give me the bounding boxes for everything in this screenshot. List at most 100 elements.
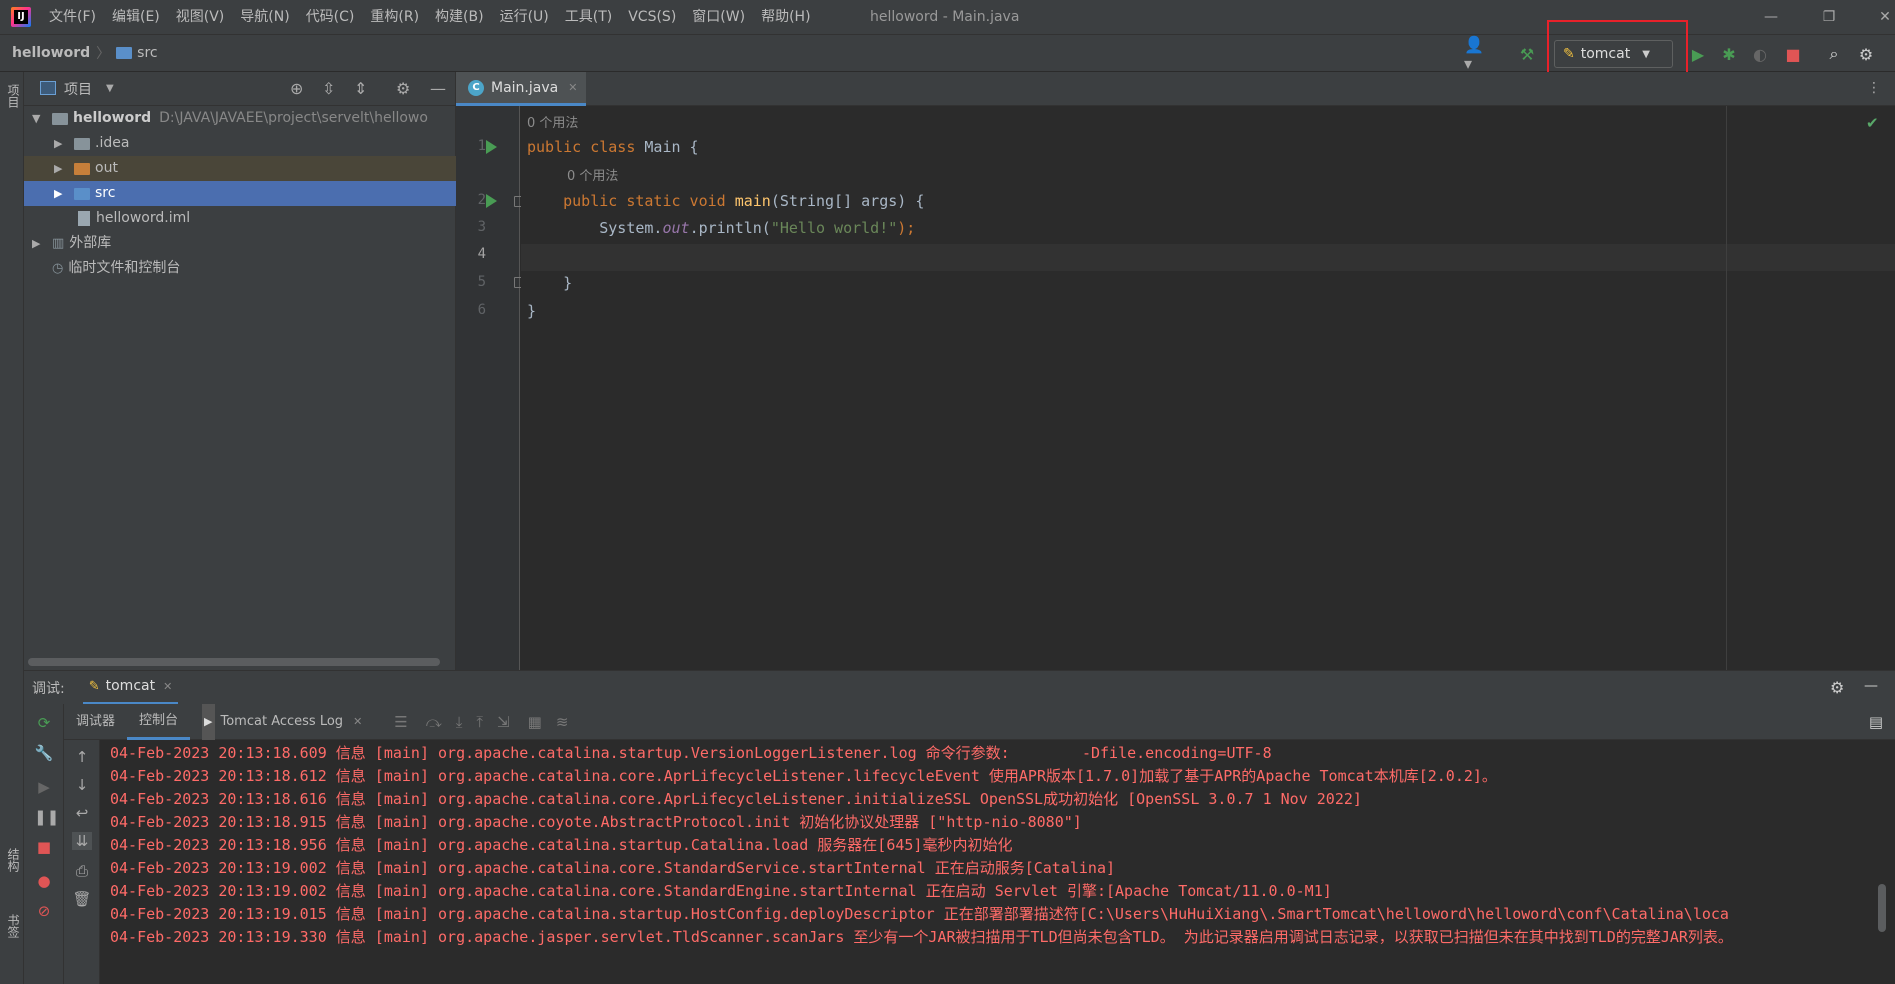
- menu-run[interactable]: 运行(U): [492, 0, 557, 34]
- down-arrow-icon[interactable]: ↓: [72, 776, 92, 794]
- trace-icon[interactable]: ≋: [556, 713, 569, 731]
- debug-session-tab[interactable]: ✎ tomcat ✕: [82, 671, 179, 705]
- search-icon[interactable]: ⌕: [1822, 42, 1846, 66]
- stop-icon[interactable]: ■: [1781, 42, 1805, 66]
- frames-icon[interactable]: ☰: [394, 713, 407, 731]
- console-output[interactable]: 04-Feb-2023 20:13:18.609 信息 [main] org.a…: [100, 740, 1895, 984]
- java-class-icon: C: [468, 79, 484, 96]
- menu-window[interactable]: 窗口(W): [684, 0, 753, 34]
- code-line-5: }: [527, 274, 573, 292]
- folder-icon: [74, 137, 90, 150]
- menu-tools[interactable]: 工具(T): [557, 0, 620, 34]
- menu-file[interactable]: 文件(F): [41, 0, 104, 34]
- folder-icon: [116, 47, 133, 59]
- usage-hint[interactable]: 0 个用法: [527, 112, 578, 131]
- chevron-right-icon[interactable]: ▶: [54, 181, 62, 206]
- resume-icon[interactable]: ▶: [34, 778, 54, 796]
- tab-main-java[interactable]: C Main.java ✕: [456, 72, 586, 106]
- mute-breakpoints-icon[interactable]: ⊘: [34, 902, 54, 920]
- structure-tool-tab[interactable]: 结构: [2, 848, 22, 872]
- hide-panel-icon[interactable]: —: [430, 79, 446, 98]
- breadcrumb-project[interactable]: helloword: [12, 45, 90, 61]
- menu-build[interactable]: 构建(B): [427, 0, 492, 34]
- usage-hint[interactable]: 0 个用法: [567, 165, 618, 184]
- collapse-all-icon[interactable]: ⇕: [354, 79, 367, 98]
- run-gutter-icon[interactable]: [486, 140, 497, 154]
- tree-item-helloword[interactable]: ▼ helloword D:\JAVA\JAVAEE\project\serve…: [24, 106, 456, 131]
- view-selector-chevron-icon[interactable]: ▼: [106, 83, 114, 94]
- gear-icon[interactable]: ⚙: [1854, 42, 1878, 66]
- layout-settings-icon[interactable]: ▤: [1869, 713, 1883, 731]
- tab-console[interactable]: 控制台: [127, 704, 191, 740]
- project-tool-tab[interactable]: 项目: [2, 84, 22, 108]
- minimize-icon[interactable]: —: [1748, 0, 1794, 34]
- breadcrumb-folder[interactable]: src: [116, 45, 158, 61]
- menu-code[interactable]: 代码(C): [298, 0, 363, 34]
- coverage-icon[interactable]: ◐: [1748, 42, 1772, 66]
- vertical-scrollbar[interactable]: [1878, 884, 1886, 932]
- run-to-cursor-icon[interactable]: ⇲: [497, 713, 510, 731]
- terminal-icon: ▶: [202, 703, 215, 740]
- menu-vcs[interactable]: VCS(S): [620, 0, 684, 34]
- menu-navigate[interactable]: 导航(N): [232, 0, 297, 34]
- clear-console-icon[interactable]: 🗑: [72, 890, 92, 908]
- scroll-to-end-icon[interactable]: ⇊: [72, 832, 92, 850]
- debug-bug-icon[interactable]: ✱: [1717, 42, 1741, 66]
- tree-item-label: helloword.iml: [96, 210, 191, 226]
- run-gutter-icon[interactable]: [486, 194, 497, 208]
- close-tab-icon[interactable]: ✕: [163, 680, 172, 693]
- chevron-down-icon[interactable]: ▼: [32, 106, 40, 131]
- line-number: 4: [477, 246, 486, 262]
- tree-item-src[interactable]: ▶ src: [24, 181, 456, 206]
- step-out-icon[interactable]: ⤒: [476, 713, 483, 731]
- no-problems-check-icon[interactable]: ✔: [1866, 114, 1879, 132]
- more-options-icon[interactable]: ⋮: [1867, 80, 1881, 96]
- close-tab-icon[interactable]: ✕: [353, 704, 362, 740]
- stop-icon[interactable]: ■: [34, 838, 54, 856]
- print-icon[interactable]: ⎙: [72, 862, 92, 880]
- chevron-right-icon[interactable]: ▶: [54, 156, 62, 181]
- expand-all-icon[interactable]: ⇳: [322, 79, 335, 98]
- wrench-icon[interactable]: 🔧: [34, 744, 54, 762]
- gear-icon[interactable]: ⚙: [396, 79, 410, 98]
- menu-edit[interactable]: 编辑(E): [104, 0, 168, 34]
- close-icon[interactable]: ✕: [1862, 0, 1895, 34]
- tree-item-out[interactable]: ▶ out: [24, 156, 456, 181]
- rerun-icon[interactable]: ⟳: [34, 714, 54, 732]
- user-icon[interactable]: 👤▾: [1464, 35, 1488, 73]
- tree-item-scratches[interactable]: ◷ 临时文件和控制台: [24, 256, 456, 281]
- menu-refactor[interactable]: 重构(R): [362, 0, 427, 34]
- console-line: 04-Feb-2023 20:13:18.612 信息 [main] org.a…: [110, 767, 1497, 785]
- tab-debugger[interactable]: 调试器: [64, 704, 127, 740]
- restore-icon[interactable]: ❐: [1806, 0, 1852, 34]
- locate-target-icon[interactable]: ⊕: [290, 79, 303, 98]
- pause-icon[interactable]: ❚❚: [34, 808, 59, 826]
- gear-icon[interactable]: ⚙: [1830, 678, 1844, 697]
- menu-help[interactable]: 帮助(H): [753, 0, 818, 34]
- chevron-right-icon[interactable]: ▶: [54, 131, 62, 156]
- step-into-icon[interactable]: ⤓: [456, 713, 463, 731]
- project-panel-title[interactable]: 项目: [64, 79, 92, 99]
- chevron-right-icon[interactable]: ▶: [32, 231, 40, 256]
- console-line: 04-Feb-2023 20:13:18.956 信息 [main] org.a…: [110, 836, 1013, 854]
- hide-panel-icon[interactable]: —: [1864, 678, 1878, 694]
- code-editor[interactable]: 0 个用法 public class Main { 0 个用法 public s…: [521, 106, 1895, 670]
- up-arrow-icon[interactable]: ↑: [72, 748, 92, 766]
- build-hammer-icon[interactable]: ⚒: [1515, 42, 1539, 66]
- step-over-icon[interactable]: ⤼: [426, 713, 442, 731]
- tree-item-idea[interactable]: ▶ .idea: [24, 131, 456, 156]
- view-breakpoints-icon[interactable]: ●: [34, 872, 54, 890]
- menu-view[interactable]: 视图(V): [168, 0, 233, 34]
- close-tab-icon[interactable]: ✕: [568, 81, 577, 94]
- console-line: 04-Feb-2023 20:13:19.330 信息 [main] org.a…: [110, 928, 1733, 946]
- editor-tab-bar: C Main.java ✕ ⋮: [456, 72, 1895, 106]
- horizontal-scrollbar[interactable]: [28, 658, 440, 666]
- soft-wrap-icon[interactable]: ↩: [72, 804, 92, 822]
- intellij-logo-icon[interactable]: IJ: [11, 7, 31, 27]
- tree-item-iml[interactable]: helloword.iml: [24, 206, 456, 231]
- bookmarks-tool-tab[interactable]: 书签: [2, 914, 22, 938]
- tab-tomcat-access-log[interactable]: ▶ Tomcat Access Log ✕: [190, 703, 374, 740]
- run-icon[interactable]: ▶: [1686, 42, 1710, 66]
- evaluate-expression-icon[interactable]: ▦: [528, 713, 542, 731]
- tree-item-external-libraries[interactable]: ▶ ▥ 外部库: [24, 231, 456, 256]
